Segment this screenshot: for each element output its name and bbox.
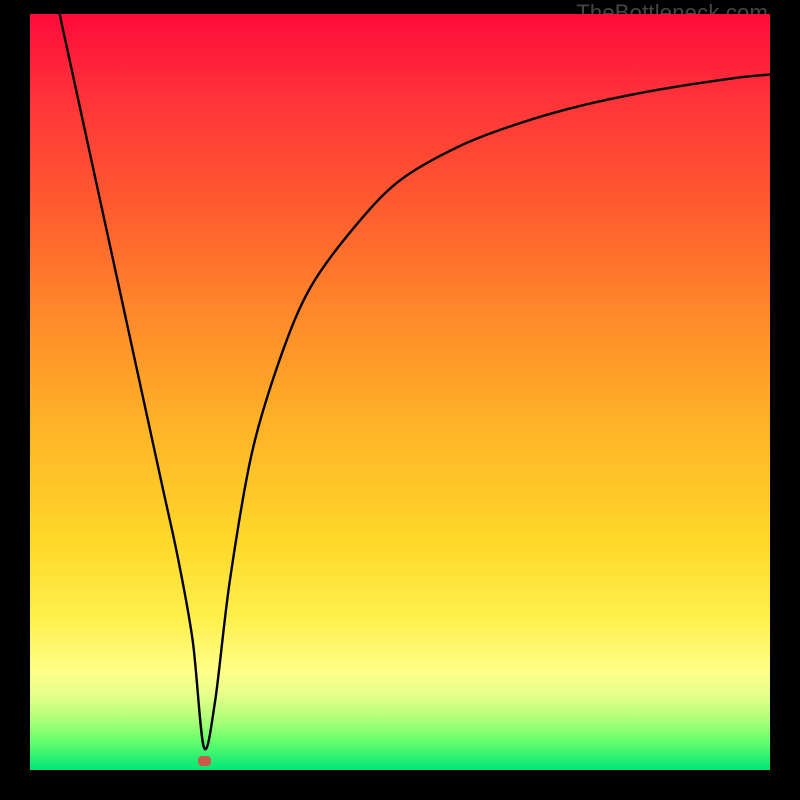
plot-area bbox=[30, 14, 770, 770]
chart-frame: TheBottleneck.com bbox=[0, 0, 800, 800]
minimum-marker bbox=[198, 756, 211, 766]
bottleneck-curve bbox=[30, 14, 770, 770]
